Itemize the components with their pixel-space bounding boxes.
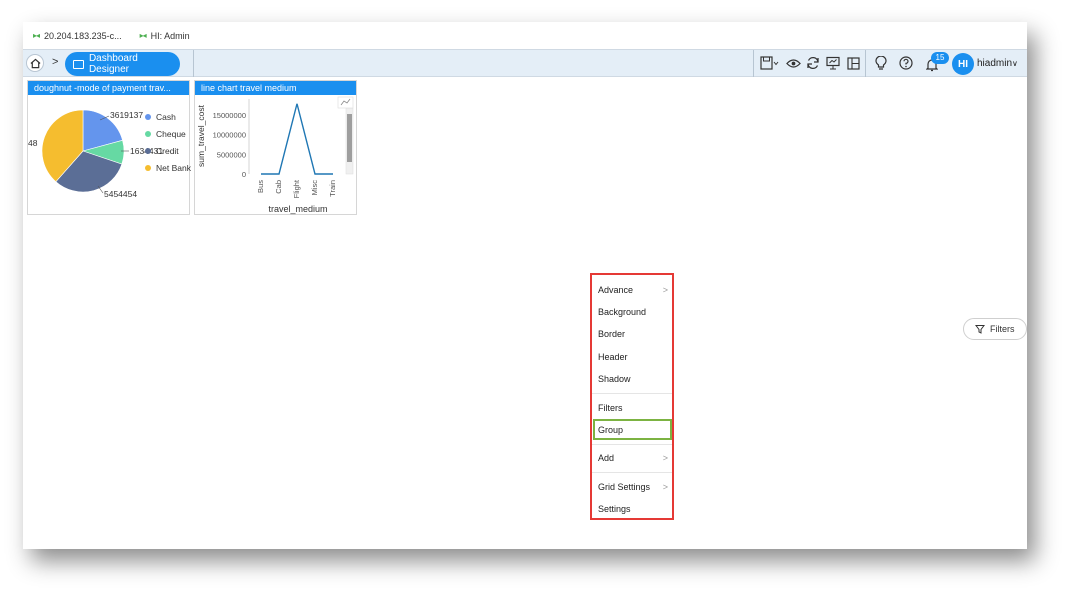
help-button[interactable] bbox=[898, 55, 914, 71]
avatar[interactable]: HI bbox=[952, 53, 974, 75]
menu-item-label: Shadow bbox=[598, 374, 631, 384]
app-window: ▸◂ 20.204.183.235-c... ▸◂ HI: Admin > Da… bbox=[23, 22, 1027, 549]
scrollbar-thumb bbox=[347, 114, 352, 162]
pie-data-label: 48 bbox=[28, 138, 38, 148]
notification-badge: 15 bbox=[931, 52, 949, 64]
doughnut-widget[interactable]: doughnut -mode of payment trav... 361913… bbox=[27, 80, 191, 215]
menu-item-shadow[interactable]: Shadow bbox=[598, 372, 670, 386]
menu-item-label: Settings bbox=[598, 504, 631, 514]
breadcrumb-label: Dashboard Designer bbox=[88, 53, 138, 75]
presentation-icon bbox=[826, 56, 840, 70]
menu-item-border[interactable]: Border bbox=[598, 327, 670, 341]
layout-icon bbox=[846, 56, 860, 70]
server-icon: ▸◂ bbox=[33, 31, 40, 40]
menu-item-filters[interactable]: Filters bbox=[598, 401, 670, 415]
menu-item-group[interactable]: Group bbox=[598, 423, 670, 437]
legend-label: Cheque bbox=[156, 129, 186, 139]
top-toolbar: > Dashboard Designer 15 HI hiadmin∨ bbox=[23, 49, 1027, 77]
y-axis-title: sum_travel_cost bbox=[196, 104, 206, 167]
x-tick-label: Misc bbox=[310, 180, 319, 196]
y-tick-label: 10000000 bbox=[213, 131, 246, 140]
user-menu[interactable]: hiadmin∨ bbox=[977, 58, 1018, 69]
bulb-icon bbox=[875, 56, 887, 70]
chevron-right-icon: > bbox=[662, 453, 668, 463]
menu-item-label: Filters bbox=[598, 403, 623, 413]
present-button[interactable] bbox=[825, 55, 841, 71]
tab-admin-label: HI: Admin bbox=[150, 30, 190, 41]
y-tick-label: 5000000 bbox=[217, 150, 246, 159]
filters-button[interactable]: Filters bbox=[963, 318, 1027, 340]
save-button[interactable] bbox=[759, 55, 781, 71]
chevron-right-icon[interactable]: > bbox=[52, 56, 58, 68]
menu-item-background[interactable]: Background bbox=[598, 305, 670, 319]
menu-item-label: Border bbox=[598, 329, 626, 339]
menu-item-grid-settings[interactable]: Grid Settings > bbox=[598, 480, 670, 494]
chevron-right-icon: > bbox=[662, 285, 668, 295]
doughnut-chart: 36191371634431545445448CashChequeCreditN… bbox=[28, 109, 191, 199]
filters-button-label: Filters bbox=[990, 324, 1015, 334]
tips-button[interactable] bbox=[873, 55, 889, 71]
layout-button[interactable] bbox=[845, 55, 861, 71]
chart-type-button bbox=[337, 96, 354, 109]
line-chart: 15000000 10000000 5000000 0 Bus Cab Flight Misc… bbox=[196, 96, 354, 214]
line-series bbox=[261, 103, 333, 175]
legend-label: Net Bank bbox=[156, 163, 191, 173]
divider bbox=[193, 50, 194, 77]
legend-marker bbox=[145, 114, 151, 120]
chevron-right-icon: > bbox=[662, 482, 668, 492]
server-icon: ▸◂ bbox=[139, 31, 147, 40]
legend-marker bbox=[145, 165, 151, 171]
y-tick-label: 15000000 bbox=[213, 111, 246, 120]
menu-divider bbox=[592, 472, 672, 473]
home-button[interactable] bbox=[26, 54, 44, 72]
username-label: hiadmin bbox=[977, 58, 1013, 69]
legend-label: Cash bbox=[156, 112, 176, 122]
widget-title: doughnut -mode of payment trav... bbox=[28, 81, 189, 95]
menu-item-label: Header bbox=[598, 352, 628, 362]
home-icon bbox=[30, 58, 40, 68]
preview-button[interactable] bbox=[785, 55, 801, 71]
divider bbox=[753, 50, 754, 77]
menu-item-settings[interactable]: Settings bbox=[598, 502, 670, 516]
line-chart-widget[interactable]: line chart travel medium 15000000 1000000… bbox=[194, 80, 357, 215]
image-icon bbox=[73, 59, 84, 69]
chevron-down-icon: ∨ bbox=[1012, 59, 1018, 68]
filter-icon bbox=[975, 325, 985, 334]
x-tick-label: Bus bbox=[256, 180, 265, 193]
menu-divider bbox=[592, 444, 672, 445]
legend-marker bbox=[145, 131, 151, 137]
menu-item-label: Background bbox=[598, 307, 647, 317]
x-tick-label: Flight bbox=[292, 179, 301, 198]
menu-item-add[interactable]: Add > bbox=[598, 451, 670, 465]
eye-icon bbox=[785, 58, 801, 68]
tab-server-label: 20.204.183.235-c... bbox=[44, 30, 122, 41]
menu-item-label: Group bbox=[598, 425, 624, 435]
breadcrumb-dashboard-designer[interactable]: Dashboard Designer bbox=[65, 52, 180, 76]
legend-label: Credit bbox=[156, 146, 179, 156]
y-tick-label: 0 bbox=[242, 170, 246, 179]
menu-divider bbox=[592, 393, 672, 394]
widget-title: line chart travel medium bbox=[195, 81, 356, 95]
tab-bar: ▸◂ 20.204.183.235-c... ▸◂ HI: Admin bbox=[23, 22, 1027, 49]
menu-item-label: Grid Settings bbox=[598, 482, 651, 492]
x-tick-label: Cab bbox=[274, 180, 283, 194]
save-icon bbox=[760, 56, 779, 70]
menu-item-header[interactable]: Header bbox=[598, 350, 670, 364]
menu-item-label: Advance bbox=[598, 285, 634, 295]
refresh-icon bbox=[807, 56, 819, 70]
tab-server[interactable]: ▸◂ 20.204.183.235-c... bbox=[33, 31, 122, 41]
legend-marker bbox=[145, 148, 151, 154]
menu-item-label: Add bbox=[598, 453, 615, 463]
tab-admin[interactable]: ▸◂ HI: Admin bbox=[140, 31, 190, 41]
x-tick-label: Train bbox=[328, 180, 337, 197]
pie-data-label: 5454454 bbox=[104, 189, 137, 199]
divider bbox=[865, 50, 866, 77]
menu-item-advance[interactable]: Advance > bbox=[598, 283, 670, 297]
help-icon bbox=[899, 56, 913, 70]
pie-data-label: 3619137 bbox=[110, 110, 143, 120]
refresh-button[interactable] bbox=[805, 55, 821, 71]
x-axis-title: travel_medium bbox=[268, 204, 327, 214]
context-menu: Advance > Background Border Header Shadow… bbox=[590, 273, 674, 520]
